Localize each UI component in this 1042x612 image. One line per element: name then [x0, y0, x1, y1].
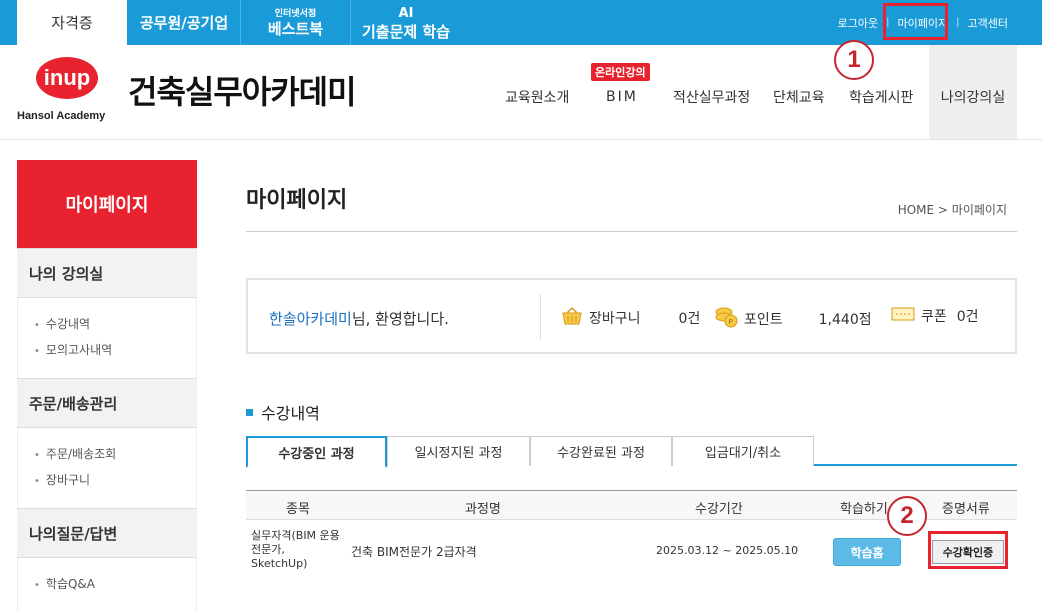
point-stat[interactable]: P 포인트 1,440점: [714, 306, 872, 332]
nav-bim[interactable]: BIM: [606, 45, 638, 139]
logo-subtitle: Hansol Academy: [17, 110, 106, 122]
sidebar-item-course-history[interactable]: 수강내역: [34, 312, 196, 338]
tab-certificate[interactable]: 자격증: [17, 0, 127, 45]
tab-pending-cancel[interactable]: 입금대기/취소: [672, 436, 814, 466]
sidebar: 마이페이지 나의 강의실 수강내역 모의고사내역 주문/배송관리 주문/배송조회…: [17, 160, 197, 612]
user-name: 한솔아카데미: [269, 310, 352, 328]
column-category: 종목: [286, 502, 310, 517]
nav-estimation[interactable]: 적산실무과정: [673, 45, 750, 139]
nav-bim-label: BIM: [606, 89, 638, 105]
nav-board-label: 학습게시판: [849, 90, 914, 106]
tab-bookstore-label: 베스트북: [267, 19, 324, 38]
column-course: 과정명: [465, 502, 501, 517]
breadcrumb: HOME > 마이페이지: [897, 203, 1007, 217]
row-category: 실무자격(BIM 운용전문가, SketchUp): [251, 529, 340, 570]
tab-certificate-label: 자격증: [51, 14, 93, 32]
point-label: 포인트: [744, 312, 783, 328]
tab-in-progress[interactable]: 수강중인 과정: [246, 436, 387, 468]
tab-civil-service-label: 공무원/공기업: [139, 13, 229, 32]
sidebar-item-cart[interactable]: 장바구니: [34, 468, 196, 494]
sidebar-item-order-lookup[interactable]: 주문/배송조회: [34, 442, 196, 468]
cart-stat[interactable]: 장바구니 0건: [561, 306, 700, 330]
nav-my-classroom-label: 나의강의실: [940, 90, 1006, 106]
logo[interactable]: inup: [36, 57, 98, 99]
sidebar-list: 학습Q&A: [17, 558, 197, 612]
customer-center-link[interactable]: 고객센터: [960, 15, 1016, 31]
sidebar-section-orders[interactable]: 주문/배송관리: [17, 378, 197, 428]
row-course: 건축 BIM전문가 2급자격: [351, 545, 477, 559]
sidebar-list: 주문/배송조회 장바구니: [17, 428, 197, 508]
cart-value: 0건: [678, 311, 701, 327]
tab-civil-service[interactable]: 공무원/공기업: [128, 0, 241, 45]
divider: [540, 294, 541, 340]
tab-bookstore[interactable]: 인터넷서점 베스트북: [241, 0, 351, 45]
column-certificate: 증명서류: [942, 502, 990, 517]
tab-paused[interactable]: 일시정지된 과정: [387, 436, 530, 466]
coupon-label: 쿠폰: [921, 309, 947, 325]
tab-ai-exam-label: 기출문제 학습: [361, 22, 451, 41]
nav-estimation-label: 적산실무과정: [673, 90, 751, 106]
course-tabs: 수강중인 과정 일시정지된 과정 수강완료된 과정 입금대기/취소: [246, 436, 1017, 468]
sidebar-section-classroom[interactable]: 나의 강의실: [17, 248, 197, 298]
sidebar-item-study-qna[interactable]: 학습Q&A: [34, 572, 196, 598]
highlight-certificate-box: [928, 531, 1008, 569]
nav-about-label: 교육원소개: [505, 90, 570, 106]
tab-bookstore-small: 인터넷서점: [274, 8, 317, 19]
welcome-message: 한솔아카데미님, 환영합니다.: [269, 308, 449, 329]
cart-label: 장바구니: [589, 311, 641, 327]
sidebar-title: 마이페이지: [17, 160, 197, 248]
coupon-icon: [891, 306, 915, 326]
welcome-suffix: 님, 환영합니다.: [351, 310, 449, 328]
tab-completed[interactable]: 수강완료된 과정: [530, 436, 672, 466]
highlight-mypage-box: [883, 3, 948, 40]
tab-ai-exam[interactable]: AI 기출문제 학습: [351, 0, 461, 45]
nav-group-training[interactable]: 단체교육: [773, 45, 825, 139]
sidebar-list: 수강내역 모의고사내역: [17, 298, 197, 378]
site-name[interactable]: 건축실무아카데미: [128, 67, 357, 113]
divider: [246, 231, 1017, 232]
annotation-1: 1: [834, 40, 874, 80]
page-title: 마이페이지: [246, 188, 348, 213]
coupon-stat[interactable]: 쿠폰 0건: [891, 306, 979, 326]
basket-icon: [561, 306, 583, 330]
header: inup Hansol Academy 건축실무아카데미 교육원소개 온라인강의…: [0, 45, 1042, 140]
logout-link[interactable]: 로그아웃: [830, 15, 886, 31]
sidebar-section-qna[interactable]: 나의질문/답변: [17, 508, 197, 558]
coupon-value: 0건: [956, 309, 979, 325]
welcome-box: 한솔아카데미님, 환영합니다. 장바구니 0건 P 포인트 1,440점 쿠폰 …: [246, 278, 1017, 354]
section-title: 수강내역: [246, 400, 320, 424]
annotation-2: 2: [887, 496, 927, 536]
point-value: 1,440점: [818, 312, 872, 328]
tab-ai-exam-small: AI: [398, 5, 414, 21]
nav-group-training-label: 단체교육: [773, 90, 825, 106]
coin-icon: P: [714, 306, 738, 332]
row-period: 2025.03.12 ~ 2025.05.10: [656, 544, 799, 557]
column-period: 수강기간: [695, 502, 743, 517]
sidebar-item-mock-exam[interactable]: 모의고사내역: [34, 338, 196, 364]
svg-text:P: P: [729, 318, 733, 326]
study-home-button[interactable]: 학습홈: [833, 538, 901, 566]
nav-about[interactable]: 교육원소개: [505, 45, 569, 139]
nav-my-classroom[interactable]: 나의강의실: [929, 45, 1017, 139]
column-study: 학습하기: [840, 502, 888, 517]
